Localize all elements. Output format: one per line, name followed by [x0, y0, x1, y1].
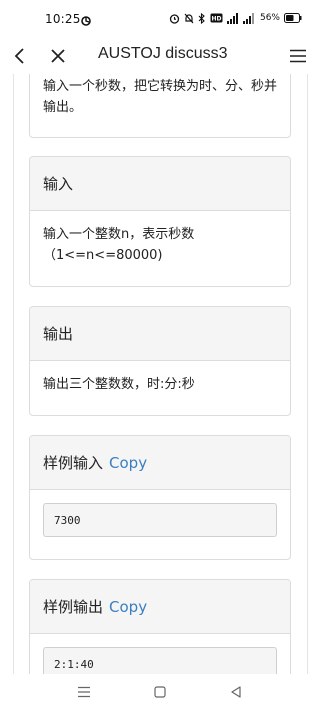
status-icons: HD 56% [169, 12, 302, 24]
sample-input-heading-label: 样例输入 [43, 454, 104, 472]
alarm-icon [169, 13, 180, 24]
output-text: 输出三个整数数，时:分:秒 [43, 377, 195, 392]
close-icon [51, 49, 65, 63]
status-bar: 10:25 HD 56% [0, 0, 320, 38]
sync-icon [80, 12, 92, 26]
battery-percent: 56% [259, 13, 280, 23]
sample-input-body: 7300 [30, 490, 290, 550]
output-heading: 输出 [30, 307, 290, 361]
input-panel: 输入 输入一个整数n，表示秒数（1<=n<=80000) [29, 156, 291, 287]
svg-text:HD: HD [211, 16, 221, 23]
battery-icon [284, 13, 302, 23]
sample-input-panel: 样例输入 Copy 7300 [29, 435, 291, 560]
bluetooth-icon [198, 12, 206, 24]
sample-input-heading: 样例输入 Copy [30, 436, 290, 490]
home-icon [154, 686, 166, 698]
output-heading-label: 输出 [43, 325, 74, 343]
signal-icon [226, 12, 239, 24]
close-button[interactable] [44, 42, 72, 70]
description-text: 输入一个秒数，把它转换为时、分、秒并输出。 [43, 79, 278, 115]
back-triangle-icon [231, 686, 241, 698]
recents-icon [78, 686, 90, 698]
sample-output-panel: 样例输出 Copy 2:1:40 [29, 579, 291, 674]
page-title: AUSTOJ discuss3 [98, 45, 228, 62]
sample-output-body: 2:1:40 [30, 634, 290, 674]
sample-output-heading-label: 样例输出 [43, 598, 104, 616]
sample-output-box[interactable]: 2:1:40 [43, 647, 277, 674]
status-time: 10:25 [45, 12, 81, 26]
silent-icon [184, 13, 194, 24]
input-text: 输入一个整数n，表示秒数（1<=n<=80000) [43, 227, 195, 263]
input-heading: 输入 [30, 157, 290, 211]
home-button[interactable] [150, 683, 170, 701]
hd-icon: HD [210, 13, 223, 23]
sample-output-heading: 样例输出 Copy [30, 580, 290, 634]
back-nav-button[interactable] [226, 683, 246, 701]
signal-icon [242, 12, 255, 24]
app-bar: AUSTOJ discuss3 [0, 38, 320, 74]
sample-output-copy-link[interactable]: Copy [109, 598, 147, 616]
output-panel: 输出 输出三个整数数，时:分:秒 [29, 306, 291, 416]
sample-input-box[interactable]: 7300 [43, 503, 277, 537]
back-button[interactable] [6, 42, 34, 70]
recents-button[interactable] [74, 683, 94, 701]
sample-input-copy-link[interactable]: Copy [109, 454, 147, 472]
description-panel: 输入一个秒数，把它转换为时、分、秒并输出。 [29, 74, 291, 138]
menu-button[interactable] [284, 42, 312, 70]
back-icon [14, 48, 24, 64]
page-content[interactable]: 输入一个秒数，把它转换为时、分、秒并输出。 输入 输入一个整数n，表示秒数（1<… [0, 74, 320, 674]
system-nav-bar [0, 674, 320, 711]
input-heading-label: 输入 [43, 175, 74, 193]
menu-icon [290, 49, 306, 63]
